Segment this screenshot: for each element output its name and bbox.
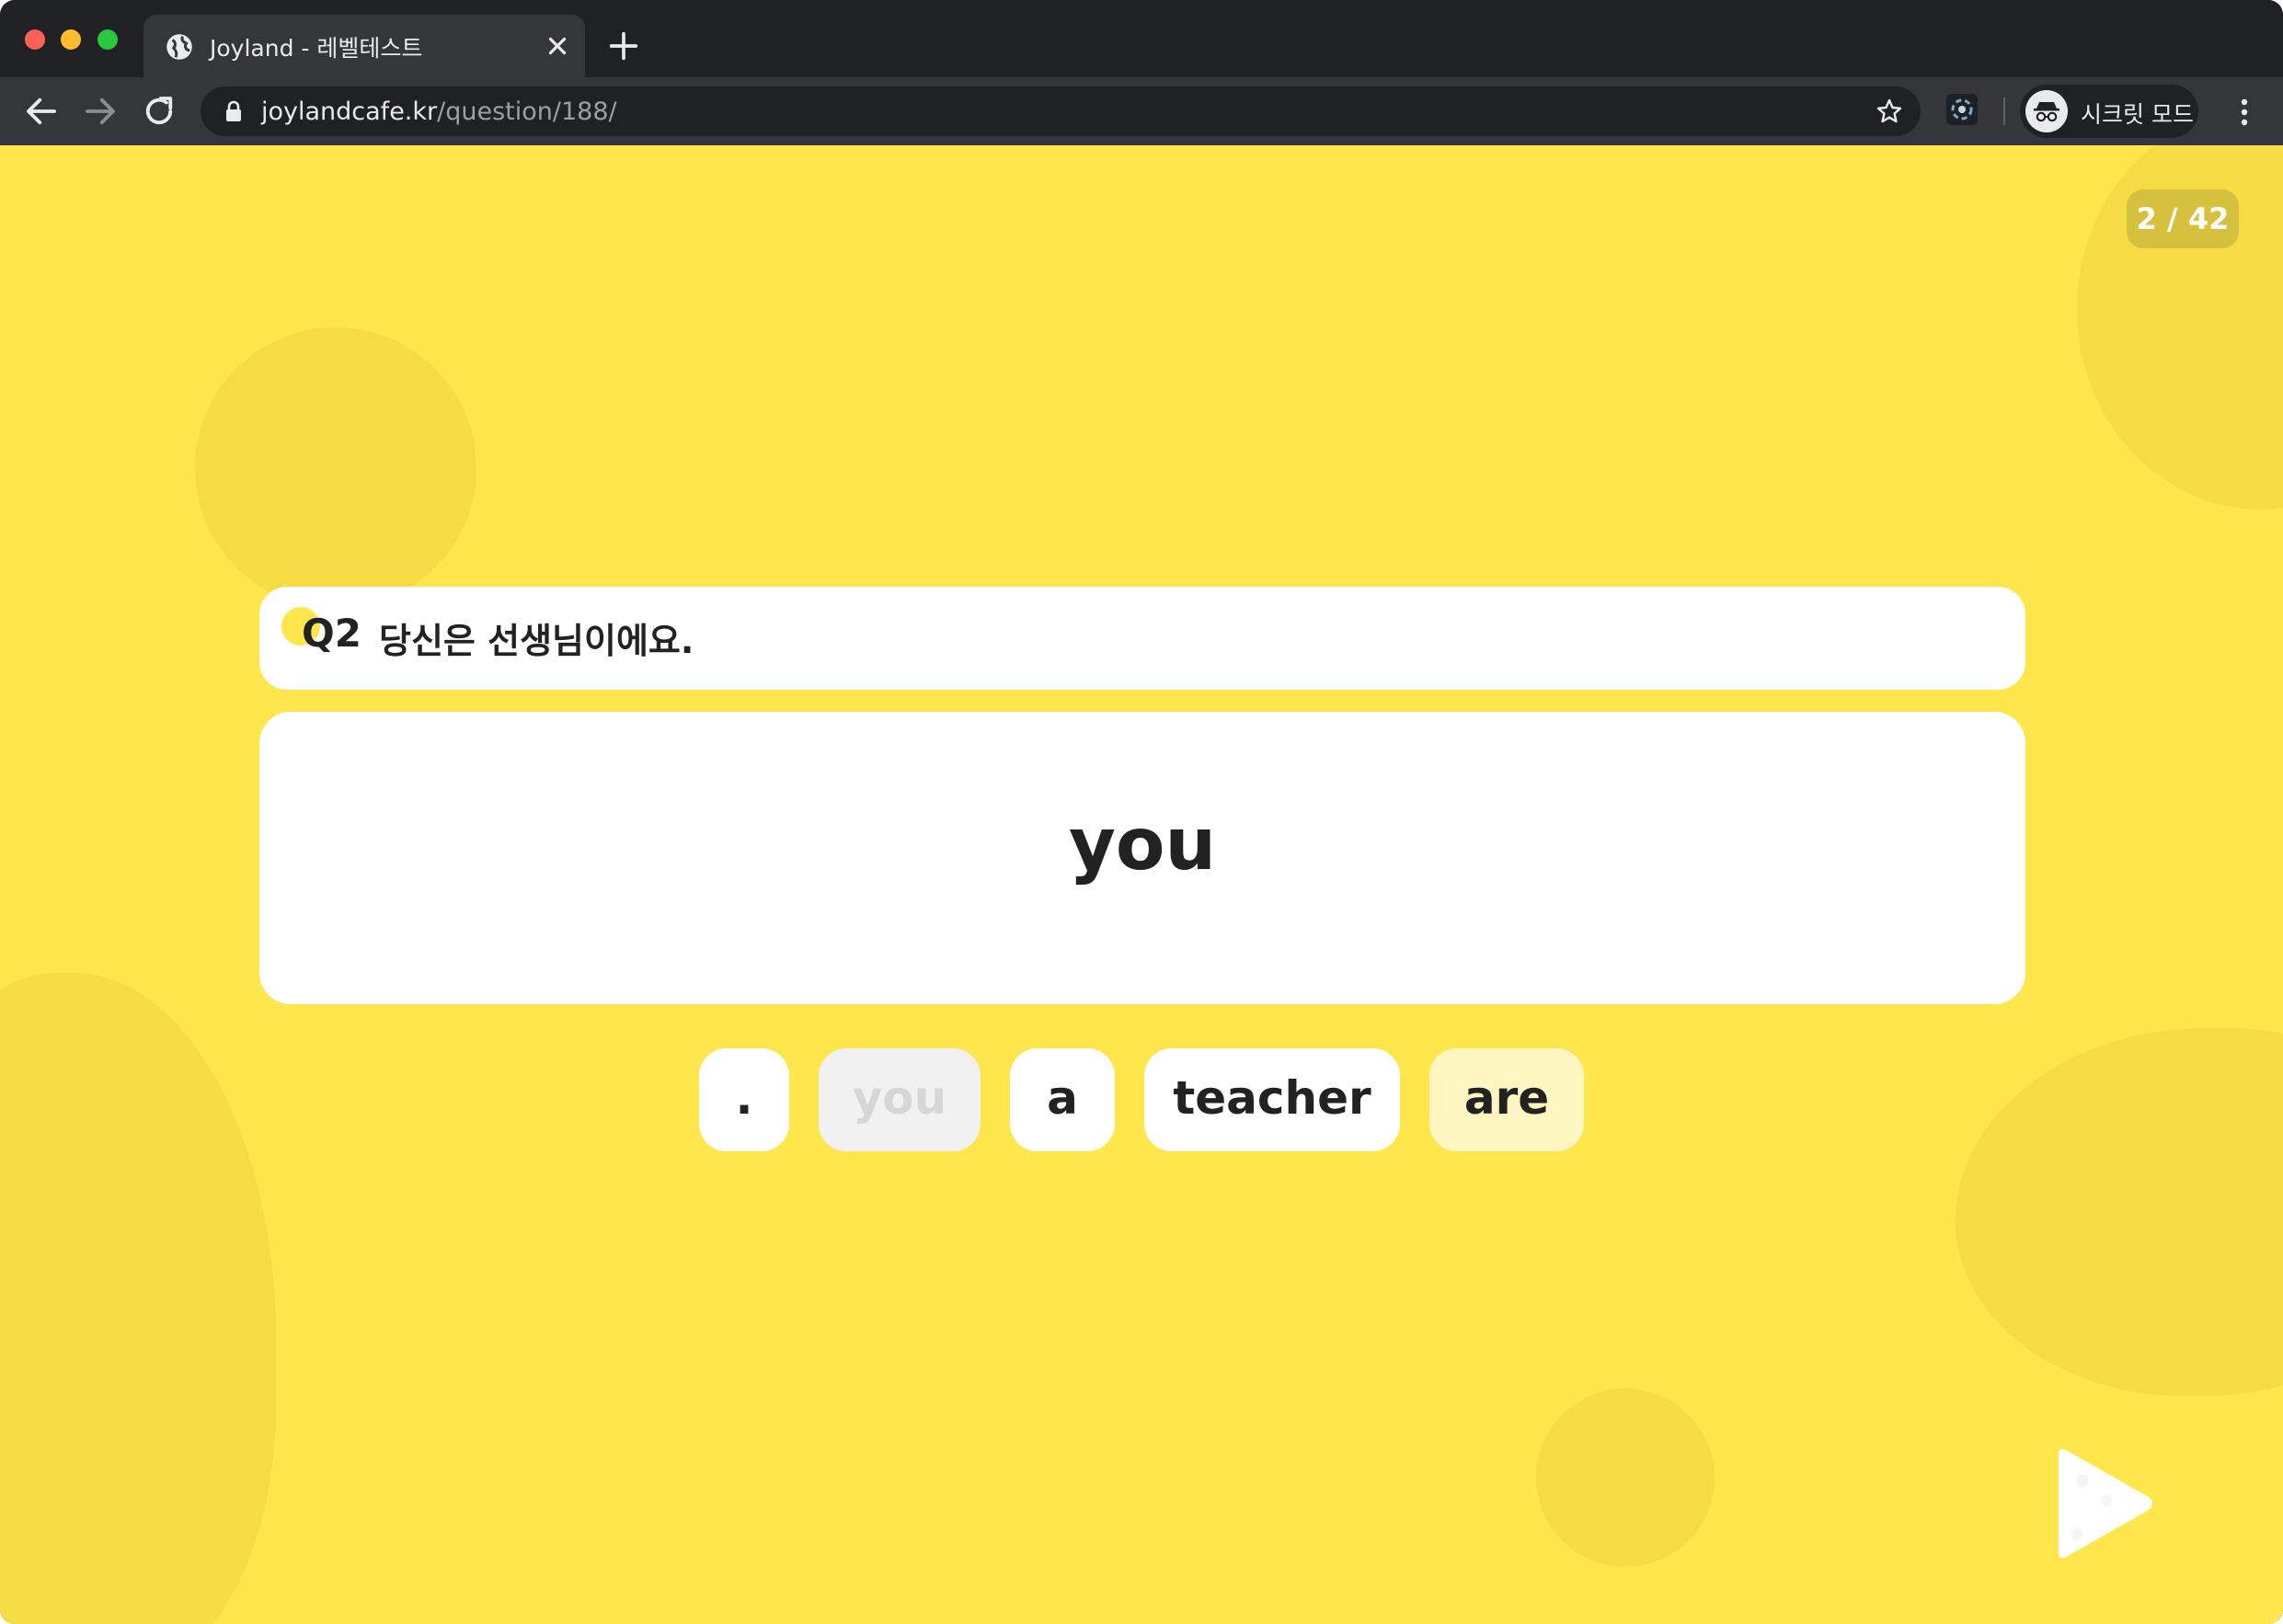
extension-icon[interactable] [1946,94,1978,125]
url-path: /question/188/ [437,97,617,126]
tab-title: Joyland - 레벨테스트 [210,35,423,62]
browser-window: Joyland - 레벨테스트 joylandcafe.kr/question/… [0,0,2283,1624]
star-icon[interactable] [1875,97,1904,126]
kebab-menu-icon[interactable] [2230,94,2259,131]
toolbar: joylandcafe.kr/question/188/ 시크릿 모드 [0,77,2283,145]
close-window-button[interactable] [25,29,45,50]
answer-word[interactable]: you [259,804,2025,886]
lock-icon[interactable] [224,100,243,122]
word-chip[interactable]: a [1010,1048,1115,1151]
question-card: Q2 당신은 선생님이에요. [259,587,2025,690]
url-text[interactable]: joylandcafe.kr/question/188/ [261,97,617,126]
reload-icon[interactable] [140,92,178,131]
url-host: joylandcafe.kr [261,97,438,126]
plus-icon[interactable] [605,28,642,64]
word-chip[interactable]: . [699,1048,789,1151]
profile-label: 시크릿 모드 [2081,101,2194,128]
globe-icon [166,34,192,60]
decorative-circle [1536,1389,1715,1567]
question-number: Q2 [302,611,361,656]
tab-strip: Joyland - 레벨테스트 [0,0,2283,77]
maximize-window-button[interactable] [98,29,118,50]
play-icon[interactable] [2046,1444,2160,1563]
progress-counter: 2 / 42 [2127,189,2239,248]
word-chip[interactable]: teacher [1144,1048,1400,1151]
arrow-right-icon[interactable] [81,92,120,131]
toolbar-divider [2003,97,2005,125]
question-text: 당신은 선생님이에요. [379,621,694,661]
word-choices: . you a teacher are [0,1048,2283,1151]
tab-active[interactable]: Joyland - 레벨테스트 [143,15,585,77]
close-icon[interactable] [541,29,574,63]
address-bar[interactable]: joylandcafe.kr/question/188/ [201,86,1921,136]
incognito-profile-button[interactable]: 시크릿 모드 [2020,85,2198,138]
word-chip: you [819,1048,981,1151]
decorative-circle [195,327,476,609]
incognito-icon [2025,90,2068,132]
quiz-page: 2 / 42 Q2 당신은 선생님이에요. you . you a teache… [0,145,2283,1624]
arrow-left-icon[interactable] [22,92,61,131]
minimize-window-button[interactable] [61,29,81,50]
word-chip[interactable]: are [1429,1048,1584,1151]
answer-area[interactable]: you [259,712,2025,1004]
